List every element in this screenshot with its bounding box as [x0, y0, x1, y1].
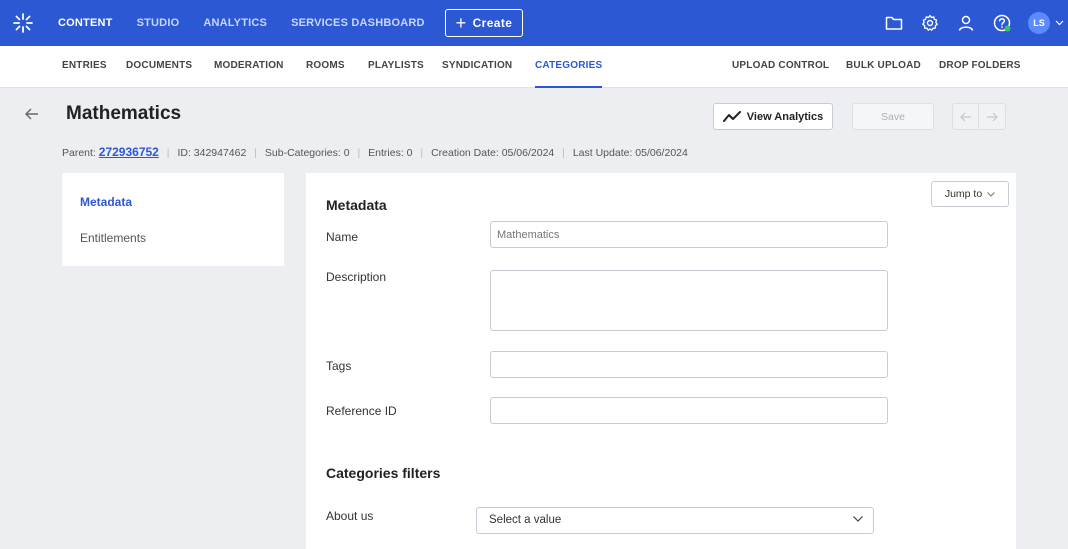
page-title: Mathematics: [66, 103, 182, 124]
metadata-section-title: Metadata: [326, 197, 387, 213]
nav-services-dashboard[interactable]: SERVICES DASHBOARD: [279, 0, 437, 46]
creation-date: Creation Date: 05/06/2024: [431, 147, 555, 159]
analytics-line-icon: [722, 110, 741, 122]
about-us-select-value: Select a value: [489, 514, 562, 526]
tab-bulk-upload[interactable]: BULK UPLOAD: [846, 46, 921, 88]
arrow-right-icon: [987, 112, 998, 121]
description-label: Description: [326, 270, 387, 284]
top-bar: CONTENT STUDIO ANALYTICS SERVICES DASHBO…: [0, 0, 1068, 46]
tab-rooms[interactable]: ROOMS: [306, 46, 345, 88]
tags-input[interactable]: [490, 351, 888, 378]
tab-syndication[interactable]: SYNDICATION: [442, 46, 512, 88]
tags-label: Tags: [326, 359, 352, 373]
gear-icon[interactable]: [912, 0, 948, 46]
reference-id-input[interactable]: [490, 397, 888, 424]
last-update: Last Update: 05/06/2024: [572, 147, 688, 159]
subcategories-count: Sub-Categories: 0: [264, 147, 350, 159]
tab-categories[interactable]: CATEGORIES: [535, 46, 603, 88]
nav-content[interactable]: CONTENT: [46, 0, 125, 46]
tab-moderation[interactable]: MODERATION: [214, 46, 284, 88]
chevron-down-icon: [987, 191, 996, 197]
menu-item-entitlements[interactable]: Entitlements: [80, 231, 146, 245]
categories-filters-title: Categories filters: [326, 465, 441, 481]
chevron-down-icon: [853, 516, 863, 522]
previous-button[interactable]: [952, 103, 979, 130]
plus-icon: +: [455, 13, 467, 33]
tab-documents[interactable]: DOCUMENTS: [126, 46, 192, 88]
back-arrow-icon[interactable]: [24, 106, 42, 124]
metadata-panel: Jump to Metadata Name Description Tags R…: [306, 173, 1016, 549]
folder-icon[interactable]: [876, 0, 912, 46]
nav-analytics[interactable]: ANALYTICS: [191, 0, 279, 46]
about-us-label: About us: [326, 509, 374, 523]
save-button[interactable]: Save: [852, 103, 934, 130]
help-icon[interactable]: [984, 0, 1020, 46]
kaltura-logo-icon[interactable]: [0, 0, 46, 46]
next-button[interactable]: [979, 103, 1006, 130]
reference-id-label: Reference ID: [326, 404, 397, 418]
tab-drop-folders[interactable]: DROP FOLDERS: [939, 46, 1021, 88]
jump-to-label: Jump to: [944, 188, 983, 200]
about-us-select[interactable]: Select a value: [476, 507, 874, 534]
entries-count: Entries: 0: [368, 147, 413, 159]
chevron-down-icon[interactable]: [1050, 0, 1068, 46]
menu-item-metadata[interactable]: Metadata: [80, 195, 132, 209]
nav-studio[interactable]: STUDIO: [125, 0, 192, 46]
name-input[interactable]: [490, 221, 888, 248]
user-icon[interactable]: [948, 0, 984, 46]
view-analytics-label: View Analytics: [746, 110, 824, 123]
tab-upload-control[interactable]: UPLOAD CONTROL: [732, 46, 829, 88]
tab-playlists[interactable]: PLAYLISTS: [368, 46, 424, 88]
description-input[interactable]: [490, 270, 888, 331]
tab-entries[interactable]: ENTRIES: [62, 46, 107, 88]
arrow-left-icon: [959, 112, 971, 121]
sub-navigation: ENTRIES DOCUMENTS MODERATION ROOMS PLAYL…: [0, 46, 1068, 88]
avatar[interactable]: LS: [1028, 12, 1050, 34]
parent-label: Parent:: [62, 147, 96, 159]
create-label: Create: [472, 16, 513, 30]
view-analytics-button[interactable]: View Analytics: [713, 103, 833, 130]
jump-to-dropdown[interactable]: Jump to: [931, 181, 1009, 207]
create-button[interactable]: + Create: [444, 9, 524, 37]
category-meta-info: Parent: 272936752 | ID: 342947462 | Sub-…: [62, 145, 688, 159]
section-menu: Metadata Entitlements: [62, 173, 284, 266]
parent-link[interactable]: 272936752: [99, 145, 159, 159]
name-label: Name: [326, 230, 359, 244]
category-id: ID: 342947462: [177, 147, 247, 159]
